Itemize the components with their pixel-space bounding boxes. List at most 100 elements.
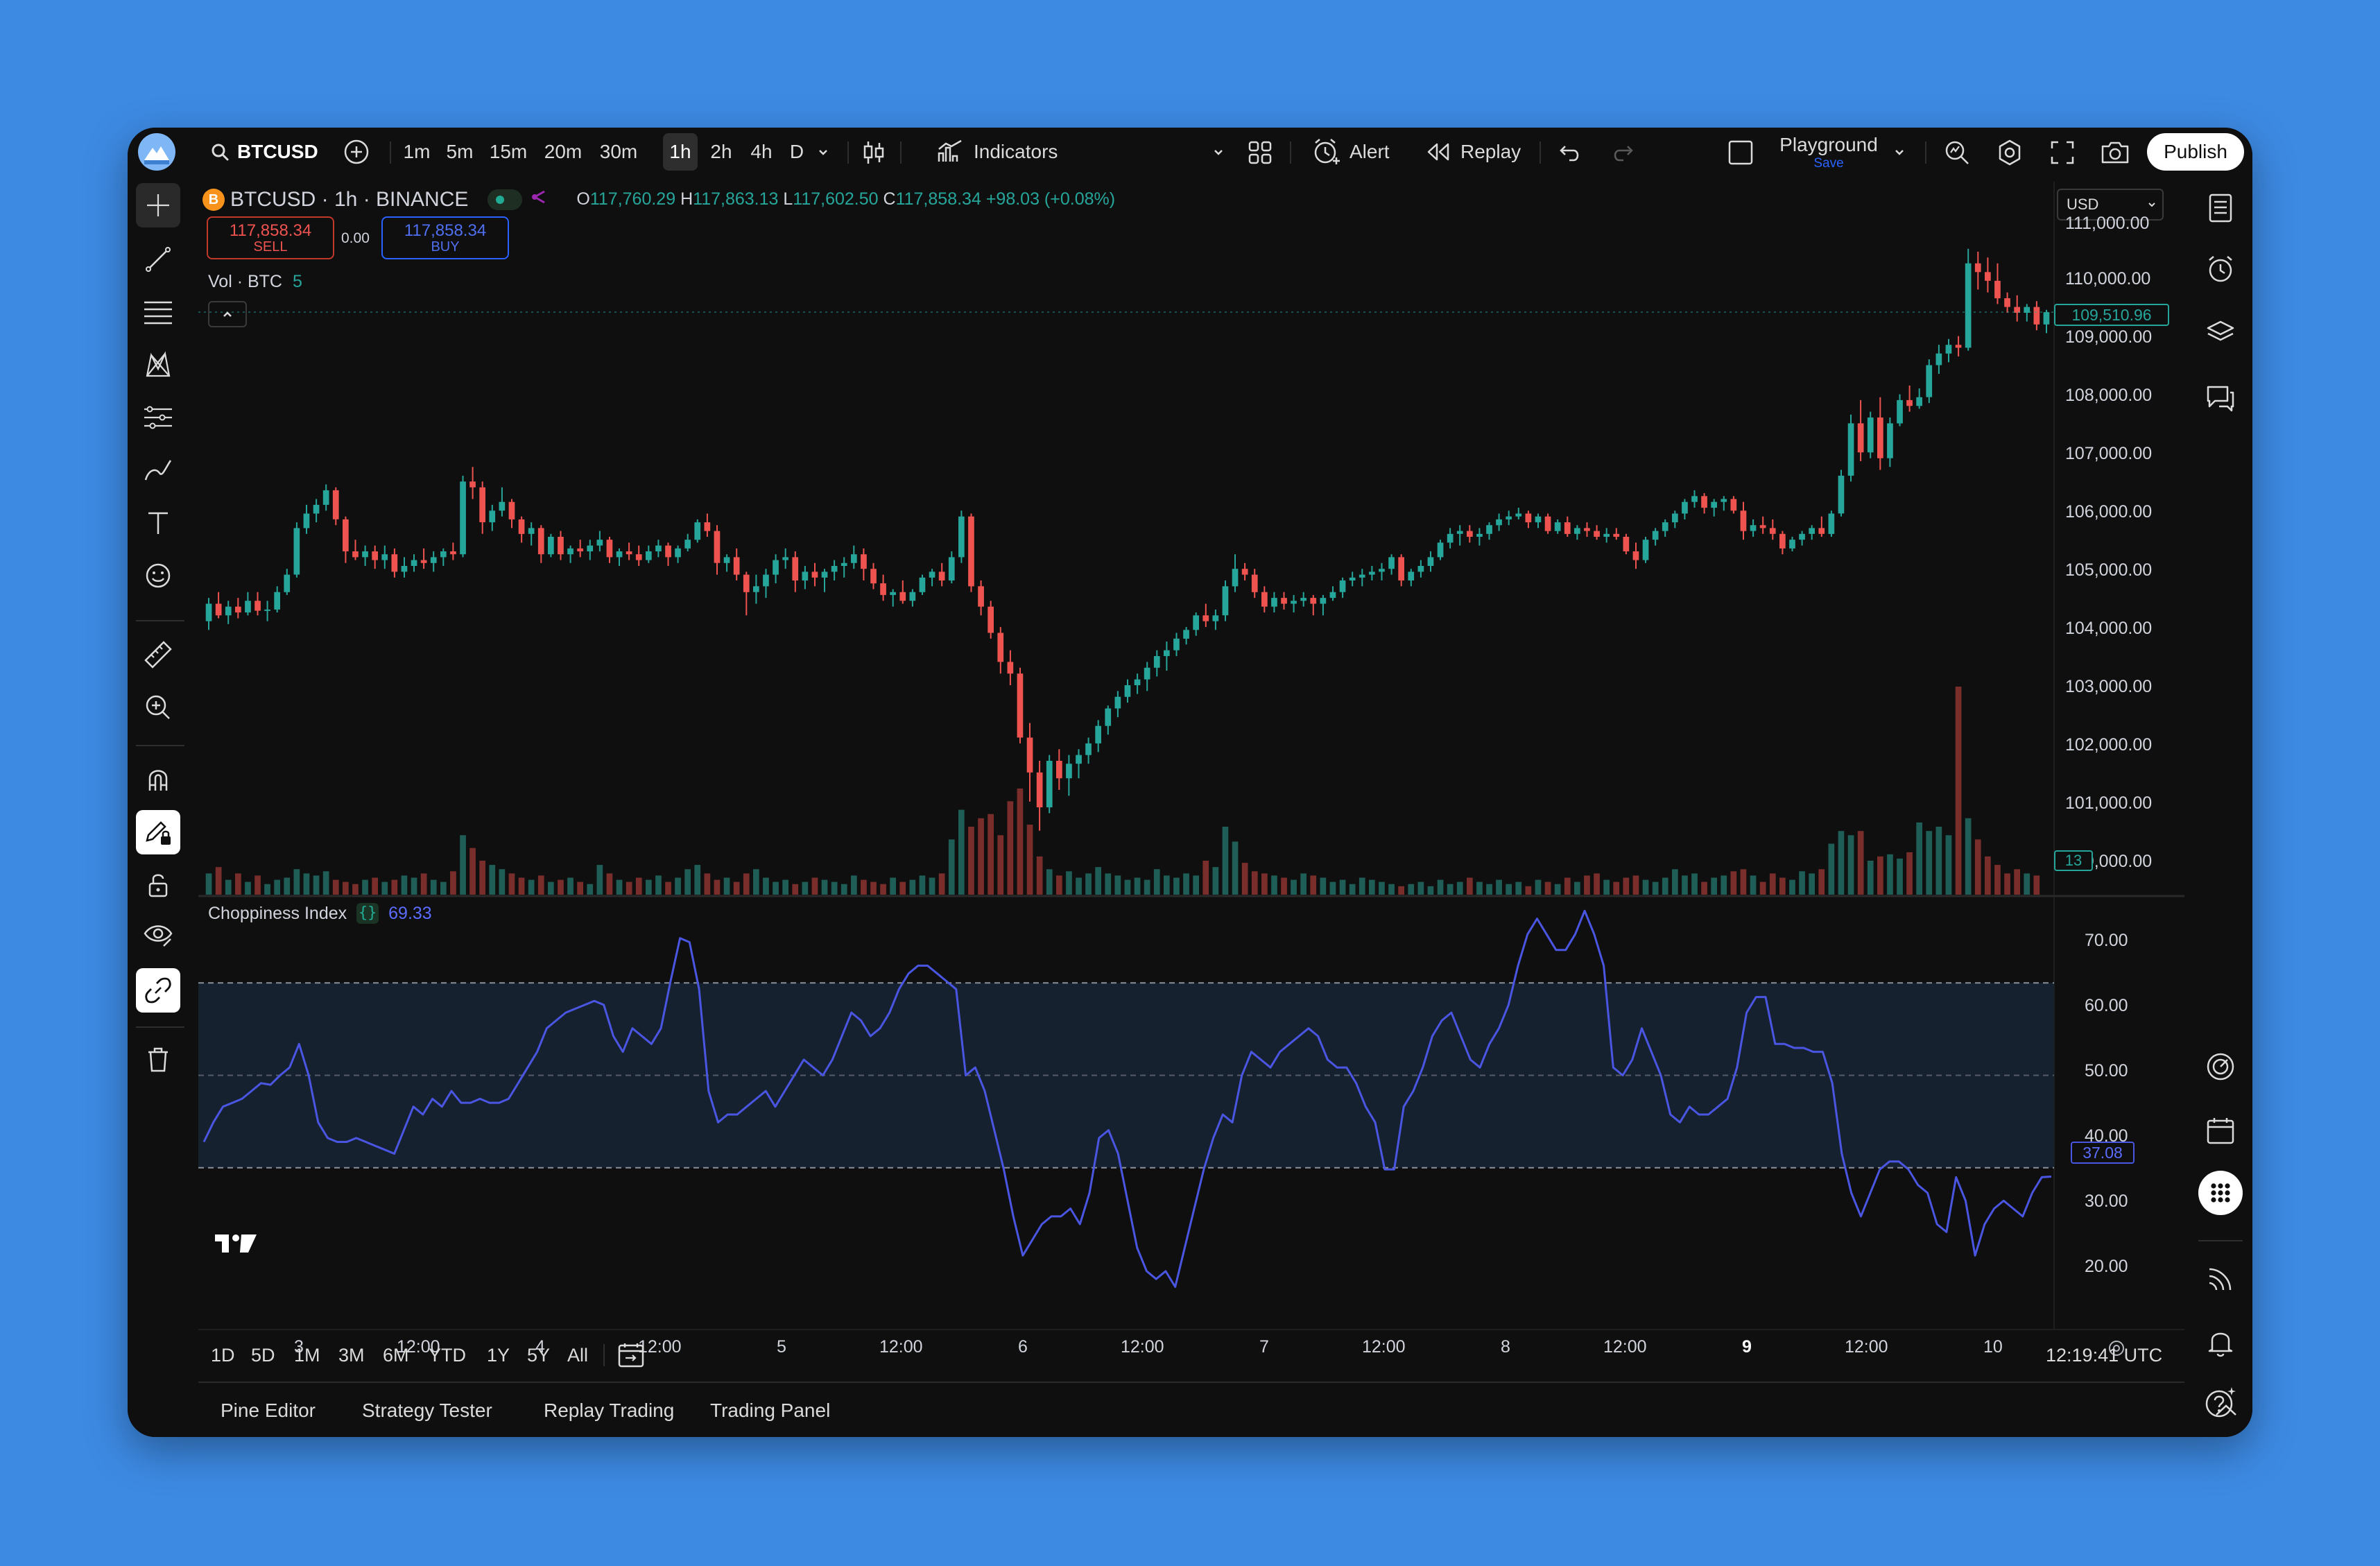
tradingview-logo-icon[interactable]	[214, 1232, 258, 1259]
volume-bar	[1506, 884, 1512, 895]
timeframe-15m[interactable]: 15m	[487, 133, 530, 171]
user-avatar[interactable]	[136, 131, 178, 173]
replay-button[interactable]: Replay	[1424, 128, 1521, 176]
stay-in-drawing-mode-tool[interactable]	[136, 810, 180, 854]
crosshair-tool[interactable]	[136, 183, 180, 227]
range-all[interactable]: All	[567, 1330, 588, 1380]
utc-clock[interactable]: 12:19:41 UTC	[2046, 1330, 2162, 1380]
layout-grid-icon[interactable]	[1245, 138, 1275, 167]
range-1m[interactable]: 1M	[294, 1330, 320, 1380]
watchlist-button[interactable]	[2198, 186, 2243, 230]
pattern-tool[interactable]	[136, 343, 180, 387]
volume-legend[interactable]: Vol · BTC 5	[208, 272, 302, 292]
tab-replay-trading[interactable]: Replay Trading	[544, 1383, 674, 1437]
forecast-tool[interactable]	[136, 395, 180, 440]
calendar-button[interactable]	[2198, 1108, 2243, 1153]
tab-strategy-tester[interactable]: Strategy Tester	[362, 1383, 492, 1437]
volume-bar	[1877, 856, 1883, 895]
layout-menu-chevron-down-icon[interactable]	[1889, 141, 1910, 162]
indicator-legend[interactable]: Choppiness Index {} 69.33	[208, 903, 432, 924]
buy-button[interactable]: 117,858.34 BUY	[381, 216, 509, 259]
timeframe-1h[interactable]: 1h	[663, 133, 698, 171]
tab-trading-panel[interactable]: Trading Panel	[710, 1383, 830, 1437]
candle-body	[558, 537, 564, 555]
notifications-button[interactable]	[2198, 1320, 2243, 1365]
layout-name-button[interactable]: Playground Save	[1774, 133, 1883, 171]
products-button[interactable]	[2198, 1171, 2243, 1215]
candle-body	[1349, 577, 1356, 580]
trend-line-tool[interactable]	[136, 237, 180, 282]
symbol-legend[interactable]: B BTCUSD · 1h · BINANCE O117,760.29 H117…	[202, 187, 1115, 212]
expand-panel-button[interactable]	[2214, 1400, 2239, 1424]
hide-drawings-tool[interactable]	[136, 913, 180, 957]
indicators-button[interactable]: Indicators	[935, 128, 1058, 176]
share-icon[interactable]	[529, 187, 549, 212]
timeframe-4h[interactable]: 4h	[746, 133, 777, 171]
market-status-badge[interactable]	[488, 189, 523, 210]
fullscreen-icon[interactable]	[2047, 137, 2078, 168]
text-tool[interactable]	[136, 501, 180, 545]
timeframe-d[interactable]: D	[785, 133, 809, 171]
indicator-last-value-badge: 37.08	[2071, 1142, 2135, 1164]
range-1d[interactable]: 1D	[211, 1330, 235, 1380]
timeframe-chevron-down-icon[interactable]	[813, 141, 834, 162]
candle-body	[1046, 761, 1053, 808]
volume-bar	[440, 881, 447, 895]
emoji-tool[interactable]	[136, 553, 180, 598]
lock-drawings-tool[interactable]	[136, 863, 180, 907]
range-6m[interactable]: 6M	[383, 1330, 409, 1380]
indicators-chevron-down-icon[interactable]	[1208, 141, 1229, 162]
timeframe-2h[interactable]: 2h	[706, 133, 736, 171]
compare-symbol-button[interactable]	[343, 138, 370, 166]
range-ytd[interactable]: YTD	[429, 1330, 466, 1380]
candle-body	[1799, 533, 1805, 540]
layout-save-label[interactable]: Save	[1774, 157, 1883, 171]
remove-drawings-tool[interactable]	[136, 1038, 180, 1082]
timeframe-30m[interactable]: 30m	[596, 133, 641, 171]
zoom-in-tool[interactable]	[136, 685, 180, 730]
candle-body	[1017, 673, 1024, 738]
sync-drawings-tool[interactable]	[136, 968, 180, 1013]
chats-button[interactable]	[2198, 376, 2243, 420]
measure-tool[interactable]	[136, 633, 180, 677]
fib-tool[interactable]	[136, 290, 180, 334]
magnet-mode-tool[interactable]	[136, 757, 180, 802]
collapse-legend-button[interactable]	[208, 301, 247, 327]
volume-bar	[919, 875, 926, 895]
timeframe-1m[interactable]: 1m	[401, 133, 433, 171]
news-stream-button[interactable]	[2198, 1257, 2243, 1301]
candle-body	[2033, 307, 2040, 325]
tab-pine-editor[interactable]: Pine Editor	[221, 1383, 316, 1437]
volume-bar	[479, 861, 485, 895]
brush-tool[interactable]	[136, 448, 180, 492]
settings-gear-icon[interactable]	[1994, 137, 2025, 168]
price-label: 110,000.00	[2065, 269, 2151, 289]
range-5d[interactable]: 5D	[251, 1330, 275, 1380]
source-code-icon[interactable]: {}	[356, 903, 379, 924]
range-1y[interactable]: 1Y	[487, 1330, 510, 1380]
layout-checkbox-icon[interactable]	[1727, 139, 1754, 166]
redo-icon[interactable]	[1609, 140, 1637, 165]
symbol-search[interactable]: BTCUSD	[208, 128, 318, 176]
alert-button[interactable]: Alert	[1311, 128, 1390, 176]
timeframe-20m[interactable]: 20m	[541, 133, 585, 171]
object-tree-button[interactable]	[2198, 311, 2243, 355]
alerts-button[interactable]	[2198, 247, 2243, 291]
candle-body	[430, 557, 437, 563]
timeframe-5m[interactable]: 5m	[444, 133, 476, 171]
range-3m[interactable]: 3M	[338, 1330, 365, 1380]
candles-chart-type-icon[interactable]	[859, 137, 889, 168]
candle-body	[870, 569, 877, 584]
publish-button[interactable]: Publish	[2147, 133, 2244, 171]
candle-body	[1623, 537, 1630, 551]
sell-button[interactable]: 117,858.34 SELL	[207, 216, 334, 259]
undo-icon[interactable]	[1556, 140, 1584, 165]
chart-canvas[interactable]	[198, 182, 2184, 1329]
go-to-date-button[interactable]	[617, 1341, 646, 1373]
chart-panel[interactable]: B BTCUSD · 1h · BINANCE O117,760.29 H117…	[198, 182, 2184, 1380]
camera-icon[interactable]	[2098, 137, 2132, 168]
quick-search-icon[interactable]	[1942, 137, 1972, 168]
candle-body	[1085, 743, 1092, 755]
technicals-button[interactable]	[2198, 1044, 2243, 1089]
range-5y[interactable]: 5Y	[527, 1330, 550, 1380]
